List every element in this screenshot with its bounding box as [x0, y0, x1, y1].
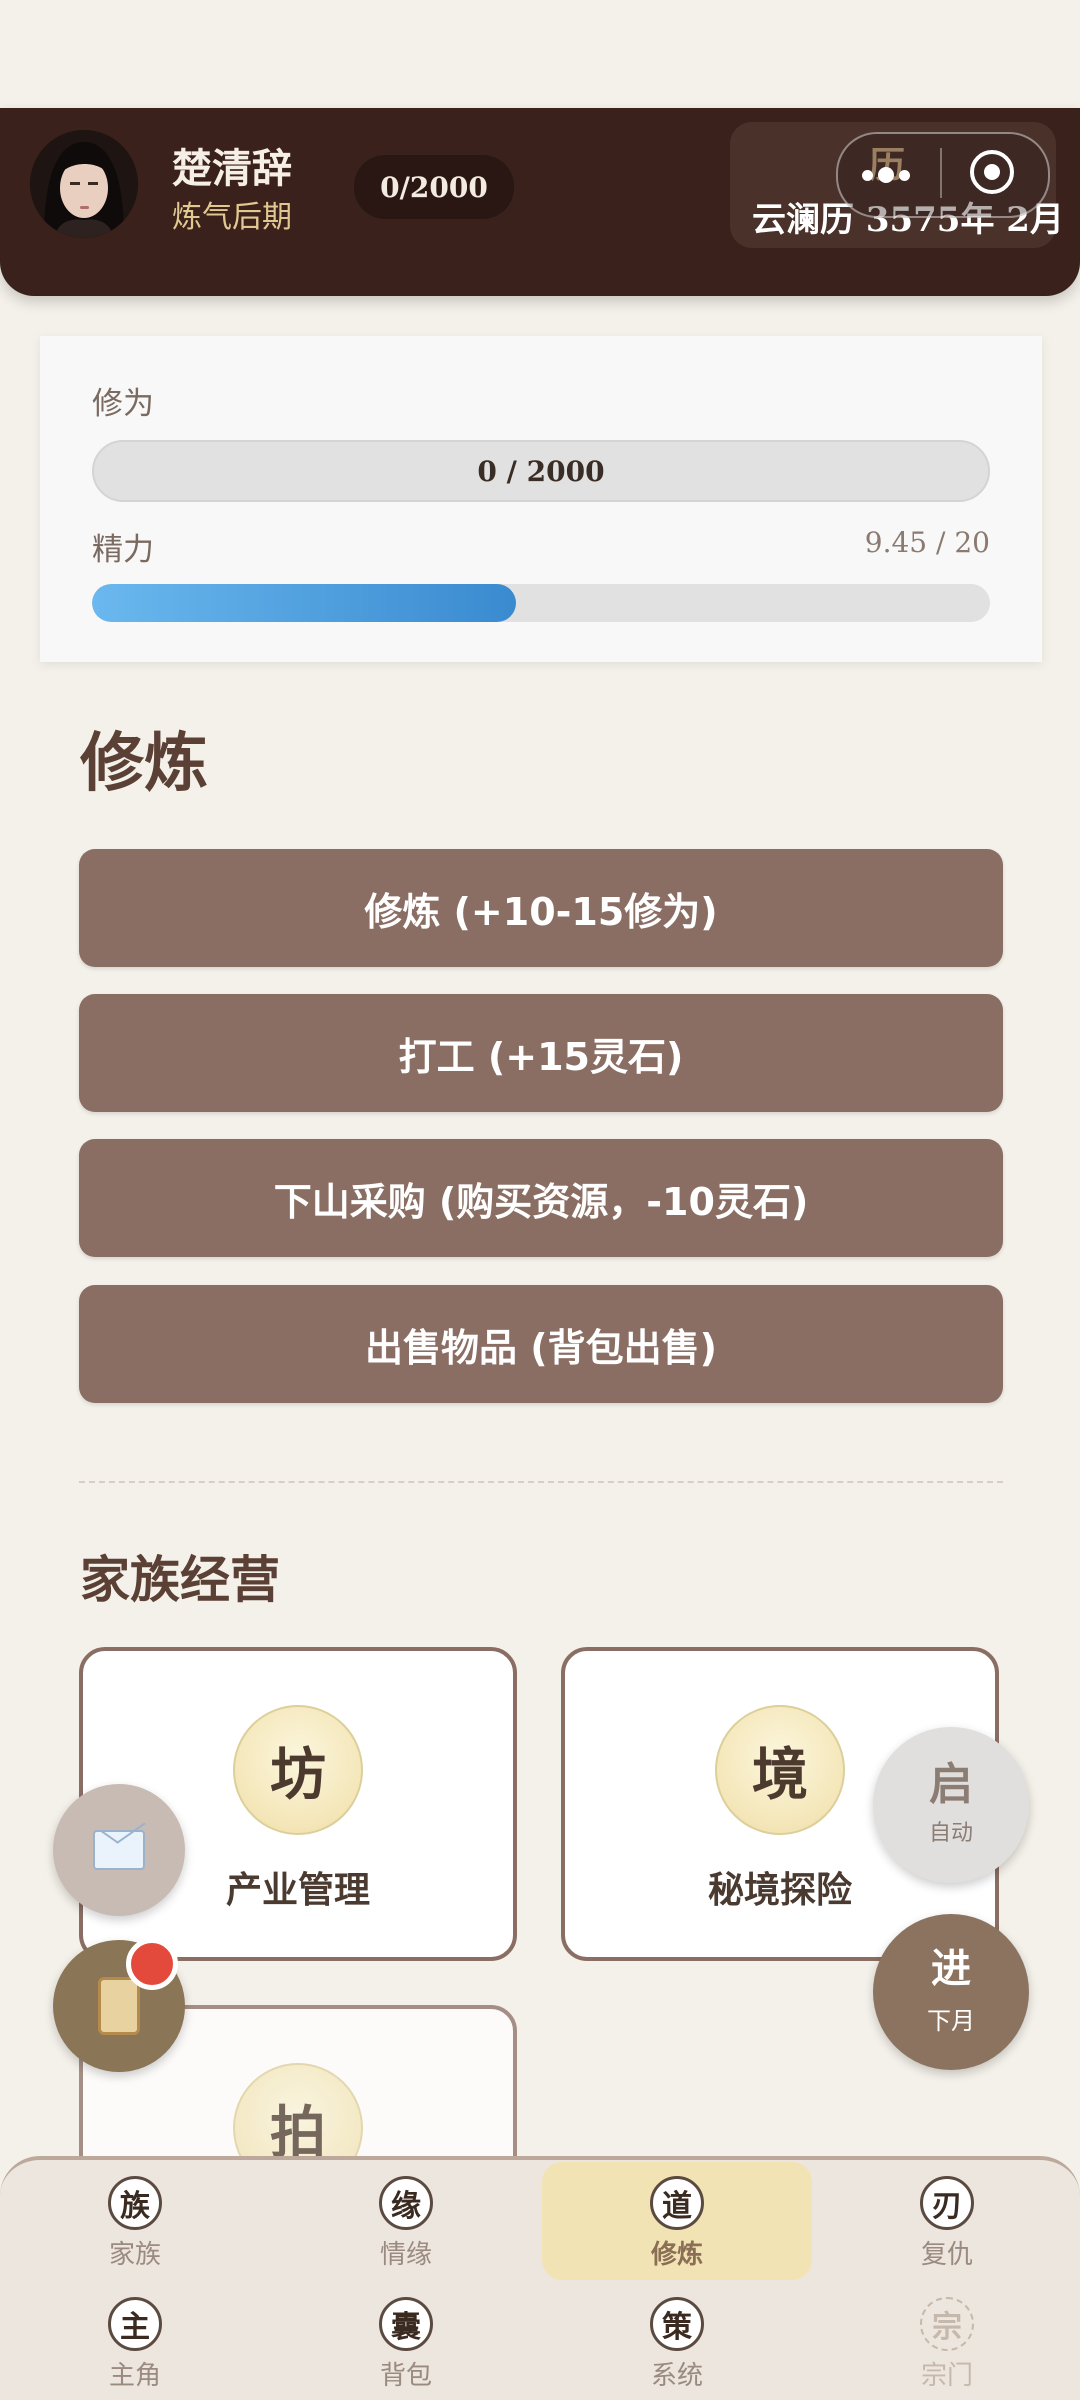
more-icon[interactable]	[862, 165, 915, 185]
nav-romance-label: 情缘	[379, 2240, 432, 2270]
work-button[interactable]: 打工 (+15灵石)	[79, 994, 1003, 1112]
section-divider	[79, 1481, 1003, 1483]
energy-label: 精力	[92, 532, 154, 568]
practice-title: 修炼	[80, 726, 208, 801]
nav-romance[interactable]: 缘 情缘	[271, 2176, 541, 2271]
auto-sub-label: 自动	[928, 1821, 973, 1846]
auto-button[interactable]: 启 自动	[873, 1727, 1029, 1883]
strategy-icon: 策	[650, 2297, 704, 2351]
blade-icon: 刃	[920, 2176, 974, 2230]
nav-revenge-label: 复仇	[920, 2240, 973, 2270]
sect-icon: 宗	[920, 2297, 974, 2351]
capsule-divider	[940, 148, 942, 198]
nav-backpack-label: 背包	[379, 2361, 432, 2391]
bag-icon: 囊	[379, 2297, 433, 2351]
close-target-icon[interactable]	[970, 150, 1014, 194]
nav-family-label: 家族	[108, 2240, 161, 2270]
cultivation-label: 修为	[92, 386, 154, 422]
fate-icon: 缘	[379, 2176, 433, 2230]
nav-family[interactable]: 族 家族	[0, 2176, 270, 2271]
envelope-icon	[93, 1830, 145, 1870]
realm-label: 炼气后期	[172, 200, 292, 235]
realm-icon: 境	[715, 1705, 845, 1835]
nav-system-label: 系统	[650, 2361, 703, 2391]
top-header: 楚清辞 炼气后期 0/2000 历 云澜历 3575年 2月	[0, 108, 1080, 296]
nav-protagonist[interactable]: 主 主角	[0, 2297, 270, 2392]
avatar[interactable]	[30, 130, 138, 238]
next-sub-label: 下月	[927, 2006, 975, 2035]
next-month-button[interactable]: 进 下月	[873, 1914, 1029, 2070]
nav-revenge[interactable]: 刃 复仇	[812, 2176, 1080, 2271]
nav-cultivate-label: 修炼	[650, 2240, 703, 2270]
dao-icon: 道	[650, 2176, 704, 2230]
workshop-icon: 坊	[233, 1705, 363, 1835]
energy-value: 9.45 / 20	[864, 526, 990, 559]
energy-progress-bar	[92, 584, 990, 622]
next-main-label: 进	[931, 1945, 971, 1992]
shopping-button[interactable]: 下山采购 (购买资源，-10灵石)	[79, 1139, 1003, 1257]
auto-main-label: 启	[929, 1759, 973, 1810]
sell-items-button[interactable]: 出售物品 (背包出售)	[79, 1285, 1003, 1403]
scroll-icon	[98, 1977, 140, 2035]
mail-button[interactable]	[53, 1784, 185, 1916]
energy-progress-fill	[92, 584, 517, 622]
nav-backpack[interactable]: 囊 背包	[271, 2297, 541, 2392]
nav-sect[interactable]: 宗 宗门	[812, 2297, 1080, 2392]
nav-system[interactable]: 策 系统	[542, 2297, 812, 2392]
cultivation-progress-bar: 0 / 2000	[92, 440, 990, 502]
nav-cultivate[interactable]: 道 修炼	[542, 2176, 812, 2271]
notification-dot	[126, 1938, 178, 1990]
clan-icon: 族	[108, 2176, 162, 2230]
family-title: 家族经营	[80, 1550, 280, 1609]
cultivation-progress-text: 0 / 2000	[477, 454, 605, 488]
cultivation-pill: 0/2000	[353, 154, 515, 220]
character-name: 楚清辞	[172, 145, 292, 192]
nav-sect-label: 宗门	[920, 2361, 973, 2391]
cultivate-button[interactable]: 修炼 (+10-15修为)	[79, 849, 1003, 967]
master-icon: 主	[108, 2297, 162, 2351]
nav-protagonist-label: 主角	[108, 2361, 161, 2391]
